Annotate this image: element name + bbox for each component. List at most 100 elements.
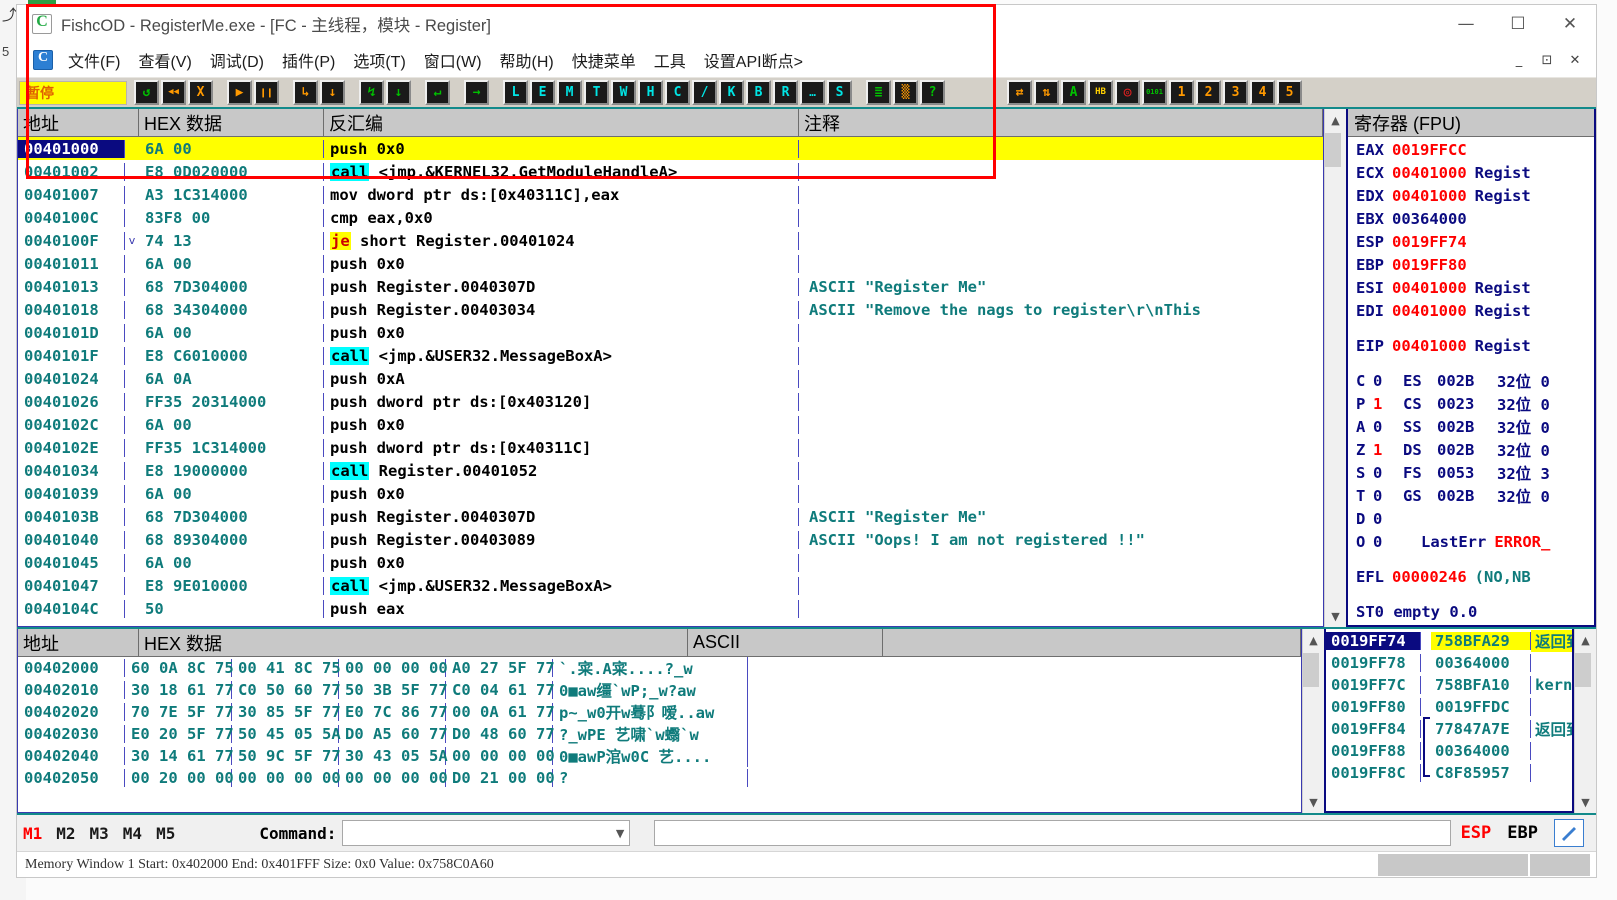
pause-button[interactable]: ❙❙ [254,80,279,105]
menu-item-options[interactable]: 选项(T) [344,45,414,75]
options-list-button[interactable]: ≣ [866,80,891,105]
execute-till-return-button[interactable]: ↵ [425,80,450,105]
stack-pane[interactable]: 0019FF74 758BFA29返回到 kerne 0019FF78 0036400… [1324,629,1574,813]
esp-button[interactable]: ESP [1461,823,1492,843]
scroll-up-icon[interactable]: ▲ [1325,109,1347,131]
register-row-ecx[interactable]: ECX 00401000 Regist [1348,161,1594,184]
disassembly-row[interactable]: 0040100F v 74 13 je short Register.00401024 [18,229,1323,252]
stack-scroll-thumb[interactable] [1574,653,1591,687]
threads-button[interactable]: T [584,80,609,105]
disassembly-row[interactable]: 00401018 68 34304000 push Register.0040303… [18,298,1323,321]
references-button[interactable]: R [773,80,798,105]
flag-row-d[interactable]: D0 [1348,507,1594,530]
scroll-thumb[interactable] [1324,133,1341,167]
disassembly-scrollbar[interactable]: ▲ ▼ [1324,109,1346,627]
handles-button[interactable]: H [638,80,663,105]
disassembly-row[interactable]: 00401034 E8 19000000 call Register.0040105… [18,459,1323,482]
dump-header-ascii[interactable]: ASCII [688,629,883,656]
tray-pen-icon[interactable] [1554,819,1584,847]
flag-row-p[interactable]: P 1 CS 0023 32位 0 [1348,392,1594,415]
disassembly-row[interactable]: 00401045 6A 00 push 0x0 [18,551,1323,574]
dump-scroll-thumb[interactable] [1302,653,1319,687]
patches-button[interactable]: / [692,80,717,105]
disassembly-row[interactable]: 00401002 E8 0D020000 call <jmp.&KERNEL32.G… [18,160,1323,183]
disassembly-row[interactable]: 00401013 68 7D304000 push Register.0040307… [18,275,1323,298]
ascii-button[interactable]: A [1061,80,1086,105]
flag-row-z[interactable]: Z 1 DS 002B 32位 0 [1348,438,1594,461]
command-input[interactable]: ▼ [342,820,631,846]
memory-window-3-button[interactable]: 3 [1223,80,1248,105]
header-hex-data[interactable]: HEX 数据 [139,109,324,136]
chevron-down-icon[interactable]: ▼ [616,827,624,840]
stack-row[interactable]: 0019FF80 0019FFDC [1326,696,1572,730]
efl-row[interactable]: EFL 00000246 (NO,NB [1348,565,1594,588]
updown-button[interactable]: ⇅ [1034,80,1059,105]
register-row-esp[interactable]: ESP 0019FF74 [1348,230,1594,253]
stack-rows[interactable]: 0019FF74 758BFA29返回到 kerne 0019FF78 0036400… [1326,629,1572,784]
register-row-esi[interactable]: ESI 00401000 Regist [1348,276,1594,299]
register-row-ebp[interactable]: EBP 0019FF80 [1348,253,1594,276]
source-button[interactable]: S [827,80,852,105]
binary-button[interactable]: 0101 [1142,80,1167,105]
header-address[interactable]: 地址 [18,109,139,136]
log-window-button[interactable]: L [503,80,528,105]
register-row-eip[interactable]: EIP 00401000 Regist [1348,334,1594,357]
maximize-button[interactable]: ☐ [1492,5,1544,43]
call-stack-button[interactable]: K [719,80,744,105]
memory-tab-m4[interactable]: M4 [123,824,142,843]
memory-map-button[interactable]: M [557,80,582,105]
register-row-eax[interactable]: EAX 0019FFCC [1348,138,1594,161]
disassembly-row[interactable]: 00401007 A3 1C314000 mov dword ptr ds:[0x4… [18,183,1323,206]
flag-row-t[interactable]: T 0 GS 002B 32位 0 [1348,484,1594,507]
memory-window-2-button[interactable]: 2 [1196,80,1221,105]
dump-header-extra[interactable] [883,629,1301,656]
memory-tab-m3[interactable]: M3 [90,824,109,843]
menu-item-tools[interactable]: 工具 [645,45,695,75]
disassembly-row[interactable]: 0040104C 50 push eax [18,597,1323,620]
header-disassembly[interactable]: 反汇编 [324,109,799,136]
menu-item-shortcut[interactable]: 快捷菜单 [563,45,645,75]
target-button[interactable]: ◎ [1115,80,1140,105]
dump-row[interactable]: 00402050 00 20 00 00 00 00 00 00 00 00 00 0… [18,767,1301,789]
dump-row[interactable]: 00402020 70 7E 5F 77 30 85 5F 77 E0 7C 86 7… [18,701,1301,723]
dump-header-address[interactable]: 地址 [18,629,139,656]
dump-header-hex[interactable]: HEX 数据 [139,629,688,656]
dump-row[interactable]: 00402040 30 14 61 77 50 9C 5F 77 30 43 05 5… [18,745,1301,767]
memory-tab-m5[interactable]: M5 [156,824,175,843]
dump-row[interactable]: 00402000 60 0A 8C 75 00 41 8C 75 00 00 00 0… [18,657,1301,679]
run-button[interactable]: ▶ [227,80,252,105]
flag-row-a[interactable]: A 0 SS 002B 32位 0 [1348,415,1594,438]
disassembly-row[interactable]: 00401024 6A 0A push 0xA [18,367,1323,390]
register-row-ebx[interactable]: EBX 00364000 [1348,207,1594,230]
stack-row[interactable]: 0019FF88 00364000 [1326,740,1572,773]
memory-window-5-button[interactable]: 5 [1277,80,1302,105]
menu-app-icon[interactable] [33,50,53,70]
menu-item-help[interactable]: 帮助(H) [491,45,563,75]
disassembly-row[interactable]: 00401000 6A 00 push 0x0 [18,137,1323,160]
trace-into-button[interactable]: ↯ [359,80,384,105]
menu-item-debug[interactable]: 调试(D) [201,45,273,75]
disassembly-row[interactable]: 0040102E FF35 1C314000 push dword ptr ds:[… [18,436,1323,459]
disassembly-row[interactable]: 0040101F E8 C6010000 call <jmp.&USER32.Mes… [18,344,1323,367]
register-row-edx[interactable]: EDX 00401000 Regist [1348,184,1594,207]
disassembly-row[interactable]: 00401040 68 89304000 push Register.0040308… [18,528,1323,551]
header-comment[interactable]: 注释 [799,109,1323,136]
memory-window-1-button[interactable]: 1 [1169,80,1194,105]
close-program-button[interactable]: X [188,80,213,105]
executables-button[interactable]: E [530,80,555,105]
run-trace-button[interactable]: … [800,80,825,105]
flag-row-c[interactable]: C 0 ES 002B 32位 0 [1348,369,1594,392]
stack-scrollbar[interactable]: ▲ ▼ [1574,629,1596,813]
mdi-minimize-button[interactable]: _ [1506,47,1532,73]
menu-item-file[interactable]: 文件(F) [59,45,129,75]
dump-scroll-down-icon[interactable]: ▼ [1303,791,1325,813]
disassembly-row[interactable]: 0040100C 83F8 00 cmp eax,0x0 [18,206,1323,229]
registers-body[interactable]: EAX 0019FFCC ECX 00401000 Regist EDX 00401000 R… [1348,137,1594,625]
dump-scroll-up-icon[interactable]: ▲ [1303,629,1325,651]
menu-item-api-breakpoint[interactable]: 设置API断点> [695,45,812,75]
grid-button[interactable]: ▒ [893,80,918,105]
memory-window-4-button[interactable]: 4 [1250,80,1275,105]
disassembly-rows[interactable]: 00401000 6A 00 push 0x0 00401002 E8 0D020000… [18,137,1323,626]
stack-row[interactable]: 0019FF7C 758BFA10kernel32.Bas [1326,674,1572,696]
register-row-edi[interactable]: EDI 00401000 Regist [1348,299,1594,322]
